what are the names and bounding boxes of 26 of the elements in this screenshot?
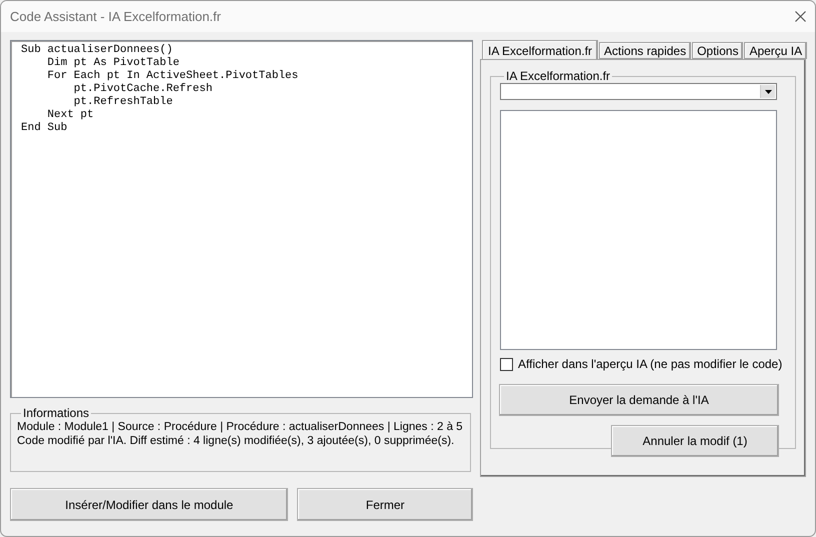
tab[interactable]: IA Excelformation.fr bbox=[482, 40, 598, 60]
code-line: Dim pt As PivotTable bbox=[46, 57, 180, 70]
tab[interactable]: Aperçu IA bbox=[744, 42, 808, 59]
window-title: Code Assistant - IA Excelformation.fr bbox=[10, 9, 221, 24]
close-icon[interactable] bbox=[795, 11, 806, 22]
code-line: End Sub bbox=[21, 122, 68, 135]
close-button[interactable]: Fermer bbox=[297, 488, 473, 521]
code-line: Sub actualiserDonnees() bbox=[21, 44, 173, 57]
undo-button[interactable]: Annuler la modif (1) bbox=[611, 425, 779, 457]
tab[interactable]: Actions rapides bbox=[599, 42, 692, 59]
group-title: Informations bbox=[22, 406, 90, 420]
tab[interactable]: Options bbox=[692, 42, 744, 59]
code-line: Next pt bbox=[46, 109, 94, 122]
send-button[interactable]: Envoyer la demande à l'IA bbox=[499, 384, 779, 416]
group-title: IA Excelformation.fr bbox=[505, 69, 612, 83]
info-text: Code modifié par l'IA. Diff estimé : 4 ligne(s) modifiée(s), 3 ajoutée(s), 0 supprimée(s). bbox=[17, 434, 456, 448]
checkbox-label[interactable]: Afficher dans l'aperçu IA (ne pas modifier le code) bbox=[518, 357, 782, 371]
prompt-input[interactable] bbox=[500, 110, 777, 350]
code-line: pt.RefreshTable bbox=[72, 96, 173, 109]
checkbox[interactable] bbox=[500, 358, 513, 370]
code-line: pt.PivotCache.Refresh bbox=[72, 83, 212, 96]
insert-button[interactable]: Insérer/Modifier dans le module bbox=[10, 488, 288, 521]
code-line: For Each pt In ActiveSheet.PivotTables bbox=[46, 70, 298, 83]
model-dropdown[interactable] bbox=[500, 83, 777, 100]
info-text: Module : Module1 | Source : Procédure | Procédure : actualiserDonnees | Lignes : 2 à 5 bbox=[17, 420, 464, 434]
caret-icon bbox=[764, 90, 772, 94]
